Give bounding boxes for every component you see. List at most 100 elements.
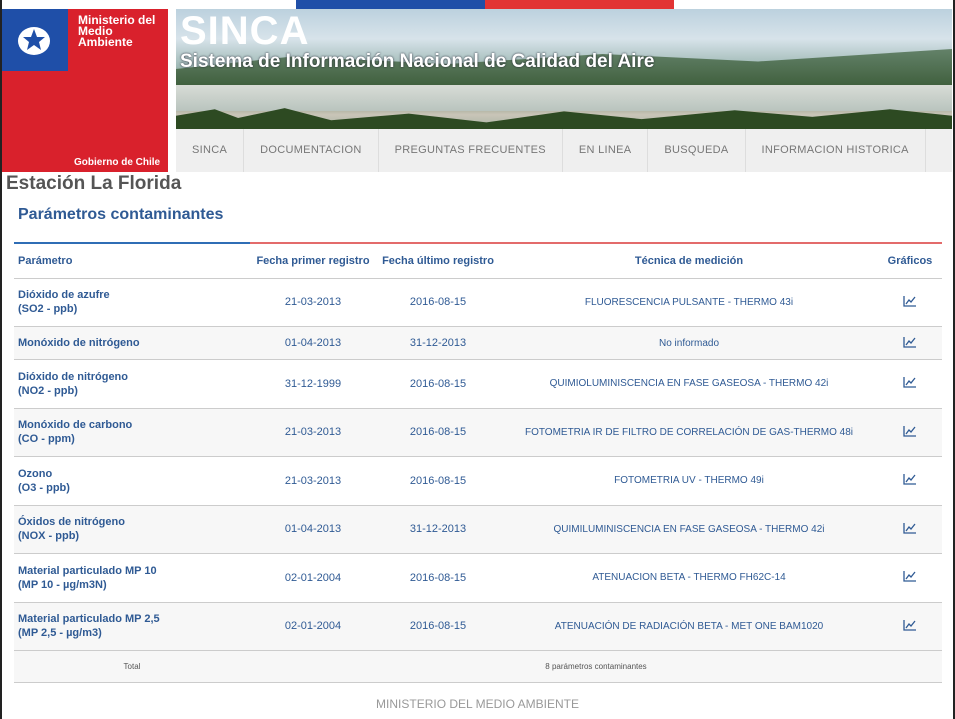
first-date-cell: 31-12-1999 <box>250 359 376 409</box>
main-nav: SINCA DOCUMENTACION PREGUNTAS FRECUENTES… <box>176 129 952 172</box>
coat-of-arms-icon <box>18 27 50 55</box>
chart-cell <box>878 602 942 651</box>
table-row: Óxidos de nitrógeno (NOX - ppb) 01-04-2013… <box>14 505 942 554</box>
technique-cell: QUIMIOLUMINISCENCIA EN FASE GASEOSA - TH… <box>500 359 878 409</box>
nav-item-preguntas-frecuentes[interactable]: PREGUNTAS FRECUENTES <box>379 129 563 172</box>
param-name-link[interactable]: Dióxido de nitrógeno <box>18 371 128 383</box>
banner-water <box>176 85 952 111</box>
last-date-cell: 2016-08-15 <box>376 602 500 651</box>
first-date-cell: 01-04-2013 <box>250 326 376 360</box>
ministry-logo[interactable]: Ministerio del Medio Ambiente Gobierno d… <box>2 9 172 172</box>
last-date-cell: 2016-08-15 <box>376 359 500 409</box>
last-date-cell: 31-12-2013 <box>376 505 500 554</box>
param-cell: Ozono (O3 - ppb) <box>14 456 250 506</box>
param-name-link[interactable]: Material particulado MP 10 <box>18 565 157 577</box>
technique-cell: FOTOMETRIA UV - THERMO 49i <box>500 456 878 506</box>
param-cell: Monóxido de carbono (CO - ppm) <box>14 408 250 457</box>
line-chart-icon[interactable] <box>903 473 917 485</box>
table-row: Monóxido de nitrógeno 01-04-2013 31-12-201… <box>14 326 942 360</box>
last-date-cell: 2016-08-15 <box>376 408 500 457</box>
param-name-link[interactable]: Dióxido de azufre <box>18 289 110 301</box>
line-chart-icon[interactable] <box>903 425 917 437</box>
first-date-cell: 02-01-2004 <box>250 553 376 603</box>
chart-cell <box>878 326 942 360</box>
table-header-row: Parámetro Fecha primer registro Fecha úl… <box>14 244 942 279</box>
col-header-parametro: Parámetro <box>14 244 250 279</box>
col-header-fecha-primer: Fecha primer registro <box>250 244 376 279</box>
param-unit-link[interactable]: (NO2 - ppb) <box>18 385 78 397</box>
param-cell: Óxidos de nitrógeno (NOX - ppb) <box>14 505 250 554</box>
nav-item-busqueda[interactable]: BUSQUEDA <box>648 129 746 172</box>
gobierno-label: Gobierno de Chile <box>74 157 161 168</box>
param-name-link[interactable]: Ozono <box>18 468 52 480</box>
last-date-cell: 31-12-2013 <box>376 326 500 360</box>
total-label: Total <box>14 650 250 683</box>
site-header: Ministerio del Medio Ambiente Gobierno d… <box>2 9 952 172</box>
parameters-table: Parámetro Fecha primer registro Fecha úl… <box>14 244 942 683</box>
first-date-cell: 21-03-2013 <box>250 278 376 327</box>
section-title: Parámetros contaminantes <box>18 206 224 223</box>
technique-cell: FOTOMETRIA IR DE FILTRO DE CORRELACIÓN D… <box>500 408 878 457</box>
technique-cell: ATENUACIÓN DE RADIACIÓN BETA - MET ONE B… <box>500 602 878 651</box>
flag-bar <box>296 0 674 9</box>
technique-cell: FLUORESCENCIA PULSANTE - THERMO 43i <box>500 278 878 327</box>
first-date-cell: 21-03-2013 <box>250 456 376 506</box>
nav-item-informacion-historica[interactable]: INFORMACION HISTORICA <box>746 129 926 172</box>
param-cell: Material particulado MP 10 (MP 10 - µg/m3… <box>14 553 250 603</box>
header-banner: SINCA Sistema de Información Nacional de… <box>176 9 952 129</box>
table-row: Dióxido de nitrógeno (NO2 - ppb) 31-12-199… <box>14 359 942 409</box>
total-value: 8 parámetros contaminantes <box>250 650 942 683</box>
param-name-link[interactable]: Material particulado MP 2,5 <box>18 613 160 625</box>
technique-cell: No informado <box>500 326 878 360</box>
param-cell: Monóxido de nitrógeno <box>14 326 250 360</box>
last-date-cell: 2016-08-15 <box>376 553 500 603</box>
param-unit-link[interactable]: (CO - ppm) <box>18 433 75 445</box>
param-cell: Dióxido de azufre (SO2 - ppb) <box>14 278 250 327</box>
chart-cell <box>878 553 942 603</box>
param-name-link[interactable]: Monóxido de carbono <box>18 419 132 431</box>
param-cell: Dióxido de nitrógeno (NO2 - ppb) <box>14 359 250 409</box>
site-subtitle: Sistema de Información Nacional de Calid… <box>180 51 655 72</box>
line-chart-icon[interactable] <box>903 570 917 582</box>
table-row: Monóxido de carbono (CO - ppm) 21-03-2013 2… <box>14 408 942 457</box>
first-date-cell: 02-01-2004 <box>250 602 376 651</box>
footer-text: MINISTERIO DEL MEDIO AMBIENTE <box>376 697 579 711</box>
chart-cell <box>878 278 942 327</box>
param-name-link[interactable]: Monóxido de nitrógeno <box>18 337 140 349</box>
table-row: Material particulado MP 10 (MP 10 - µg/m3… <box>14 553 942 603</box>
param-cell: Material particulado MP 2,5 (MP 2,5 - µg/… <box>14 602 250 651</box>
table-row: Dióxido de azufre (SO2 - ppb) 21-03-2013 20… <box>14 278 942 327</box>
chart-cell <box>878 456 942 506</box>
line-chart-icon[interactable] <box>903 376 917 388</box>
ministry-name: Ministerio del Medio Ambiente <box>78 14 155 49</box>
table-row: Material particulado MP 2,5 (MP 2,5 - µg/… <box>14 602 942 651</box>
param-unit-link[interactable]: (O3 - ppb) <box>18 482 70 494</box>
nav-item-sinca[interactable]: SINCA <box>176 129 245 172</box>
nav-item-en-linea[interactable]: EN LINEA <box>563 129 649 172</box>
param-unit-link[interactable]: (MP 2,5 - µg/m3) <box>18 627 102 639</box>
technique-cell: ATENUACION BETA - THERMO FH62C-14 <box>500 553 878 603</box>
chart-cell <box>878 408 942 457</box>
col-header-graficos: Gráficos <box>878 244 942 279</box>
param-unit-link[interactable]: (NOX - ppb) <box>18 530 79 542</box>
technique-cell: QUIMILUMINISCENCIA EN FASE GASEOSA - THE… <box>500 505 878 554</box>
ministry-line-3: Ambiente <box>78 35 133 49</box>
line-chart-icon[interactable] <box>903 336 917 348</box>
line-chart-icon[interactable] <box>903 522 917 534</box>
last-date-cell: 2016-08-15 <box>376 278 500 327</box>
chart-cell <box>878 359 942 409</box>
param-unit-link[interactable]: (MP 10 - µg/m3N) <box>18 579 107 591</box>
chart-cell <box>878 505 942 554</box>
site-title[interactable]: SINCA <box>180 11 309 51</box>
nav-item-documentacion[interactable]: DOCUMENTACION <box>244 129 379 172</box>
line-chart-icon[interactable] <box>903 619 917 631</box>
table-total-row: Total 8 parámetros contaminantes <box>14 650 942 683</box>
table-row: Ozono (O3 - ppb) 21-03-2013 2016-08-15 FOTOM… <box>14 456 942 506</box>
line-chart-icon[interactable] <box>903 295 917 307</box>
col-header-fecha-ultimo: Fecha último registro <box>376 244 500 279</box>
first-date-cell: 21-03-2013 <box>250 408 376 457</box>
col-header-tecnica: Técnica de medición <box>500 244 878 279</box>
station-title: Estación La Florida <box>6 173 182 194</box>
param-unit-link[interactable]: (SO2 - ppb) <box>18 303 77 315</box>
param-name-link[interactable]: Óxidos de nitrógeno <box>18 516 125 528</box>
